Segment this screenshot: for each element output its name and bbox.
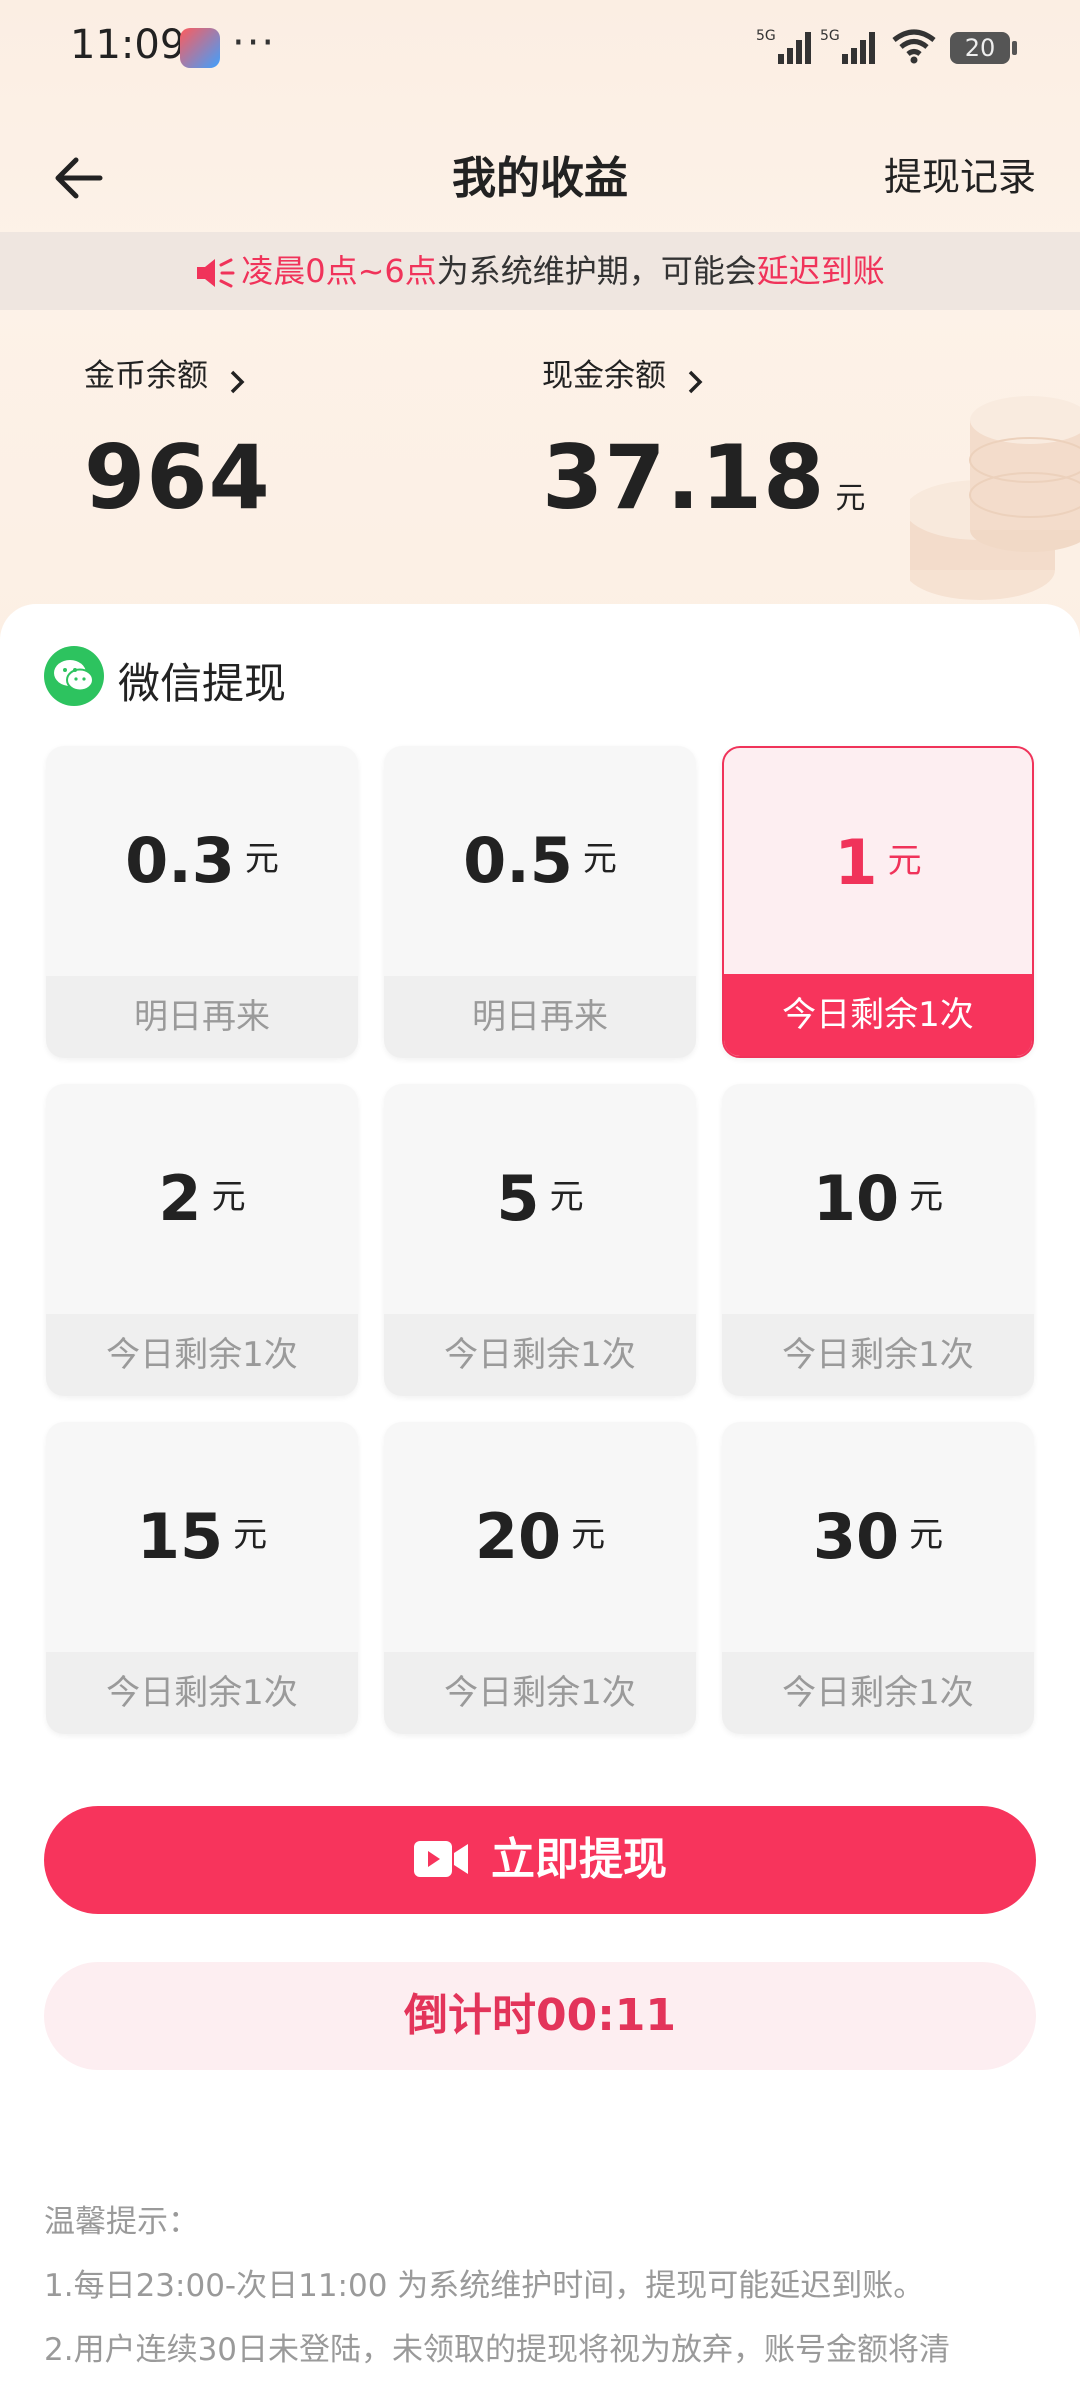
notice-text: 为系统维护期，可能会 [436,252,757,290]
coin-balance[interactable]: 金币余额 964 [84,350,271,529]
speaker-icon [197,258,235,288]
amount-status: 今日剩余1次 [384,1652,696,1734]
withdraw-record-link[interactable]: 提现记录 [884,146,1036,201]
amount-value: 10 元 [812,1162,944,1235]
amount-option-20[interactable]: 20 元 今日剩余1次 [384,1422,696,1734]
amount-value: 20 元 [474,1500,606,1573]
tips-section: 温馨提示： 1.每日23:00-次日11:00 为系统维护时间，提现可能延迟到账… [44,2190,1044,2382]
amount-status: 今日剩余1次 [724,974,1032,1056]
tips-line-2: 2.用户连续30日未登陆，未领取的提现将视为放弃，账号金额将清 [44,2332,951,2368]
amount-option-0.5[interactable]: 0.5 元 明日再来 [384,746,696,1058]
network-a-label: 5G [756,28,776,44]
chevron-right-icon [688,370,703,393]
amount-status: 今日剩余1次 [722,1314,1034,1396]
amount-option-10[interactable]: 10 元 今日剩余1次 [722,1084,1034,1396]
amount-option-30[interactable]: 30 元 今日剩余1次 [722,1422,1034,1734]
withdraw-now-label: 立即提现 [491,1834,667,1885]
signal-5g-icon-2: 5G [820,28,875,64]
cash-balance[interactable]: 现金余额 37.18 元 [542,350,866,529]
amount-value: 0.3 元 [125,824,279,897]
amount-value: 0.5 元 [463,824,617,897]
cash-amount: 37.18 [542,425,826,529]
amount-option-15[interactable]: 15 元 今日剩余1次 [46,1422,358,1734]
header-bar: 我的收益 提现记录 [0,120,1080,230]
amount-value: 2元 [158,1162,246,1235]
signal-5g-icon: 5G [756,28,811,64]
more-notifications-icon: ··· [232,20,277,66]
amount-option-0.3[interactable]: 0.3 元 明日再来 [46,746,358,1058]
amount-status: 明日再来 [384,976,696,1058]
maintenance-notice: 凌晨0点~6点为系统维护期，可能会延迟到账 [0,232,1080,310]
cash-unit: 元 [835,480,867,516]
notice-time-range: 凌晨0点~6点 [241,252,437,290]
tips-title: 温馨提示： [44,2204,199,2240]
wechat-withdraw-title: 微信提现 [118,659,287,708]
amount-status: 今日剩余1次 [722,1652,1034,1734]
amount-status: 今日剩余1次 [46,1314,358,1396]
amount-value: 15 元 [136,1500,268,1573]
tips-line-1: 1.每日23:00-次日11:00 为系统维护时间，提现可能延迟到账。 [44,2268,925,2304]
amount-value: 5元 [496,1162,584,1235]
amount-value: 30 元 [812,1500,944,1573]
amount-status: 明日再来 [46,976,358,1058]
wechat-icon [44,646,104,706]
battery-icon: 20 [950,32,1017,64]
chevron-right-icon [230,370,245,393]
countdown-button[interactable]: 倒计时00:11 [44,1962,1036,2070]
cash-balance-label: 现金余额 [542,358,666,394]
cash-balance-value: 37.18 元 [542,426,866,529]
notice-delay: 延迟到账 [756,252,885,290]
coin-stack-illustration [910,396,1080,600]
amount-value: 1元 [834,826,922,899]
status-bar: 11:09 ··· 5G 5G 20 [0,0,1080,100]
amount-option-1-selected[interactable]: 1元 今日剩余1次 [722,746,1034,1058]
network-b-label: 5G [820,28,840,44]
status-time: 11:09 [70,22,186,68]
amount-option-2[interactable]: 2元 今日剩余1次 [46,1084,358,1396]
withdraw-card: 微信提现 0.3 元 明日再来 0.5 元 明日再来 1元 今日剩余1次 2元 今日… [0,604,1080,2400]
withdraw-now-button[interactable]: 立即提现 [44,1806,1036,1914]
coin-balance-value: 964 [84,425,271,529]
amount-status: 今日剩余1次 [46,1652,358,1734]
amount-status: 今日剩余1次 [384,1314,696,1396]
app-notification-icon [180,28,220,68]
wifi-icon [892,29,936,64]
amount-option-5[interactable]: 5元 今日剩余1次 [384,1084,696,1396]
video-camera-icon [414,1841,468,1877]
coin-balance-label: 金币余额 [84,358,208,394]
